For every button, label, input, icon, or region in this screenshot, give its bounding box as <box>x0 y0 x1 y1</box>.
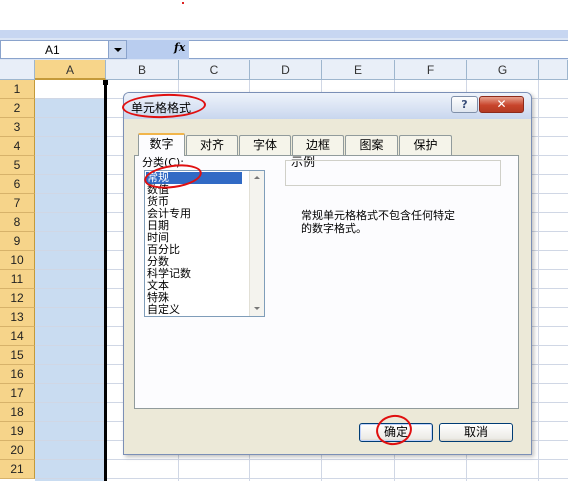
scroll-up-icon[interactable] <box>254 176 260 179</box>
grid-row-line <box>35 478 568 479</box>
select-all-corner[interactable] <box>0 60 35 80</box>
row-header-2[interactable]: 2 <box>0 99 35 118</box>
row-header-3[interactable]: 3 <box>0 118 35 137</box>
sample-box <box>285 160 501 186</box>
row-header-15[interactable]: 15 <box>0 346 35 365</box>
row-header-17[interactable]: 17 <box>0 384 35 403</box>
row-header-7[interactable]: 7 <box>0 194 35 213</box>
row-header-18[interactable]: 18 <box>0 403 35 422</box>
row-header-8[interactable]: 8 <box>0 213 35 232</box>
name-box-value: A1 <box>45 43 60 57</box>
description-line-2: 的数字格式。 <box>301 222 367 235</box>
grid-row-line <box>35 459 568 460</box>
column-header-c[interactable]: C <box>179 60 250 80</box>
name-box-dropdown-icon[interactable] <box>108 41 126 58</box>
dialog-title: 单元格格式 <box>131 101 192 115</box>
column-header-f[interactable]: F <box>395 60 467 80</box>
category-label: 分类(C): <box>142 156 184 169</box>
category-item[interactable]: 自定义 <box>147 304 180 316</box>
dialog-titlebar[interactable]: 单元格格式 ? ✕ <box>124 93 531 119</box>
help-button[interactable]: ? <box>451 96 478 113</box>
tab-number[interactable]: 数字 <box>138 133 185 156</box>
row-header-6[interactable]: 6 <box>0 175 35 194</box>
column-header-partial[interactable] <box>539 60 568 80</box>
tab-alignment[interactable]: 对齐 <box>186 135 238 155</box>
tab-protection[interactable]: 保护 <box>399 135 452 155</box>
column-header-e[interactable]: E <box>322 60 395 80</box>
format-cells-dialog: 单元格格式 ? ✕ 数字 对齐 字体 边框 图案 保护 分类(C): 常规 数值货… <box>123 92 532 455</box>
ok-button[interactable]: 确定 <box>359 423 433 442</box>
row-header-13[interactable]: 13 <box>0 308 35 327</box>
toolbar-strip <box>0 30 568 38</box>
selection-border <box>104 80 107 481</box>
row-header-14[interactable]: 14 <box>0 327 35 346</box>
row-header-5[interactable]: 5 <box>0 156 35 175</box>
tab-patterns[interactable]: 图案 <box>345 135 398 155</box>
row-header-12[interactable]: 12 <box>0 289 35 308</box>
column-header-d[interactable]: D <box>250 60 322 80</box>
row-header-4[interactable]: 4 <box>0 137 35 156</box>
fill-handle[interactable] <box>103 80 108 85</box>
insert-function-icon[interactable]: fx <box>174 41 185 54</box>
row-header-9[interactable]: 9 <box>0 232 35 251</box>
column-header-b[interactable]: B <box>106 60 179 80</box>
description-line-1: 常规单元格格式不包含任何特定 <box>301 209 455 222</box>
row-header-21[interactable]: 21 <box>0 460 35 479</box>
column-header-a[interactable]: A <box>35 60 106 80</box>
row-header-20[interactable]: 20 <box>0 441 35 460</box>
tab-font[interactable]: 字体 <box>239 135 291 155</box>
close-button[interactable]: ✕ <box>479 96 524 113</box>
name-box[interactable]: A1 <box>0 40 127 59</box>
category-scrollbar[interactable] <box>249 171 264 316</box>
column-header-g[interactable]: G <box>467 60 539 80</box>
toolbar-marker <box>182 2 184 4</box>
category-description: 常规单元格格式不包含任何特定 的数字格式。 <box>301 209 455 235</box>
active-cell-a1[interactable] <box>35 80 106 99</box>
row-header-16[interactable]: 16 <box>0 365 35 384</box>
row-header-10[interactable]: 10 <box>0 251 35 270</box>
row-header-19[interactable]: 19 <box>0 422 35 441</box>
tab-border[interactable]: 边框 <box>292 135 344 155</box>
category-list[interactable]: 常规 数值 货币 会计专用 日期 时间 百分比 分数 科学记数 文本 特殊 自定义 <box>144 170 265 317</box>
formula-input[interactable] <box>189 40 568 59</box>
row-header-1[interactable]: 1 <box>0 80 35 99</box>
cancel-button[interactable]: 取消 <box>439 423 513 442</box>
row-header-11[interactable]: 11 <box>0 270 35 289</box>
toolbar-area <box>0 0 568 38</box>
scroll-down-icon[interactable] <box>254 307 260 310</box>
